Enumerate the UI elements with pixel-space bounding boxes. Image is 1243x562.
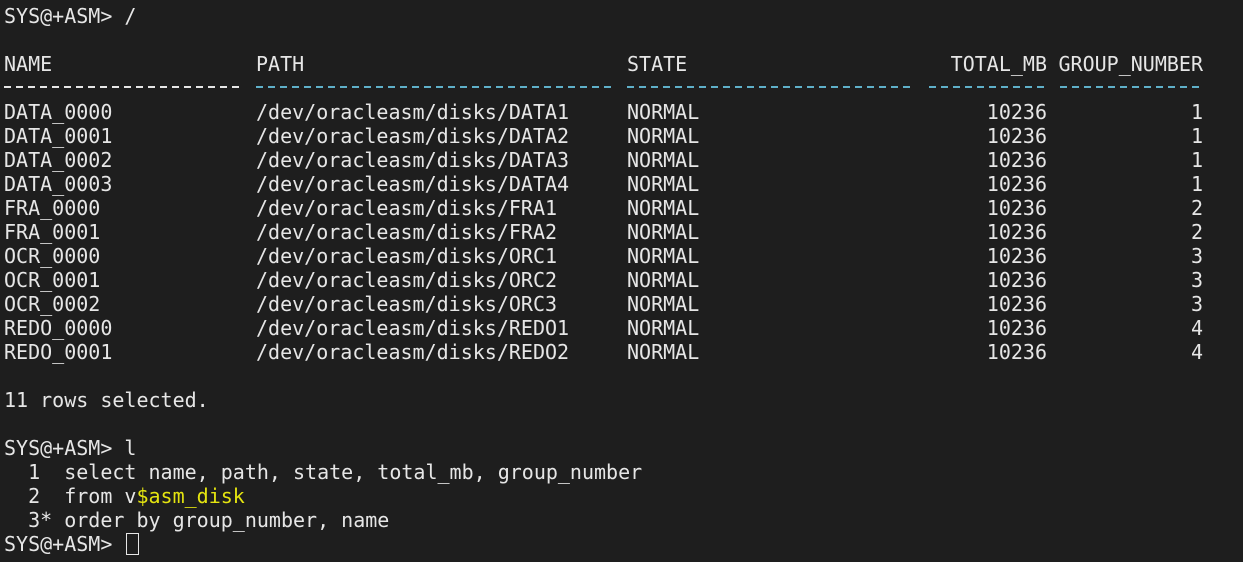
sql-line-3: 3* order by group_number, name: [4, 508, 389, 532]
cell-group-number: 1: [1190, 172, 1203, 196]
cell-group-number: 1: [1190, 148, 1203, 172]
cell-path: /dev/oracleasm/disks/DATA2: [256, 124, 570, 148]
cell-name: REDO_0001: [4, 340, 113, 364]
table-row: DATA_0003 /dev/oracleasm/disks/DATA4 NOR…: [0, 172, 1243, 196]
prompt: SYS@+ASM>: [4, 436, 113, 460]
cell-total-mb: 10236: [986, 148, 1047, 172]
cell-total-mb: 10236: [986, 220, 1047, 244]
cell-group-number: 3: [1190, 244, 1203, 268]
cell-path: /dev/oracleasm/disks/DATA3: [256, 148, 570, 172]
cell-path: /dev/oracleasm/disks/DATA4: [256, 172, 570, 196]
cell-state: NORMAL: [627, 100, 700, 124]
sql-line-number: 2: [4, 484, 53, 508]
separator-group-number: [1060, 86, 1203, 88]
cell-name: OCR_0001: [4, 268, 101, 292]
command-text: /: [124, 4, 137, 28]
sql-line-2: 2 from v$asm_disk: [4, 484, 245, 508]
column-header-path: PATH: [256, 52, 305, 76]
command-line-1: SYS@+ASM> /: [4, 4, 136, 28]
command-line-2: SYS@+ASM> l: [4, 436, 136, 460]
table-row: OCR_0000 /dev/oracleasm/disks/ORC1 NORMA…: [0, 244, 1243, 268]
active-prompt-line[interactable]: SYS@+ASM>: [4, 532, 140, 556]
column-header-name: NAME: [4, 52, 53, 76]
cell-group-number: 1: [1190, 124, 1203, 148]
cell-total-mb: 10236: [986, 100, 1047, 124]
cell-path: /dev/oracleasm/disks/ORC3: [256, 292, 558, 316]
prompt: SYS@+ASM>: [4, 4, 113, 28]
separator-path: [256, 86, 614, 88]
cell-path: /dev/oracleasm/disks/DATA1: [256, 100, 570, 124]
sql-line-number: 3*: [4, 508, 53, 532]
column-header-state: STATE: [627, 52, 688, 76]
cell-total-mb: 10236: [986, 340, 1047, 364]
cell-group-number: 3: [1190, 292, 1203, 316]
sql-line-1: 1 select name, path, state, total_mb, gr…: [4, 460, 642, 484]
cell-name: FRA_0001: [4, 220, 101, 244]
cell-name: FRA_0000: [4, 196, 101, 220]
terminal-window[interactable]: SYS@+ASM> / NAME PATH STATE TOTAL_MB GRO…: [0, 0, 1243, 562]
cell-state: NORMAL: [627, 124, 700, 148]
cell-state: NORMAL: [627, 196, 700, 220]
cell-name: OCR_0002: [4, 292, 101, 316]
sql-line-number: 1: [4, 460, 53, 484]
cell-state: NORMAL: [627, 340, 700, 364]
cell-state: NORMAL: [627, 316, 700, 340]
cell-path: /dev/oracleasm/disks/ORC1: [256, 244, 558, 268]
sql-text: select name, path, state, total_mb, grou…: [52, 460, 643, 484]
table-row: FRA_0000 /dev/oracleasm/disks/FRA1 NORMA…: [0, 196, 1243, 220]
cell-name: DATA_0001: [4, 124, 113, 148]
cell-group-number: 1: [1190, 100, 1203, 124]
cell-path: /dev/oracleasm/disks/ORC2: [256, 268, 558, 292]
cell-group-number: 2: [1190, 196, 1203, 220]
sql-highlight: $asm_disk: [136, 484, 245, 508]
sql-text: order by group_number, name: [52, 508, 390, 532]
table-row: FRA_0001 /dev/oracleasm/disks/FRA2 NORMA…: [0, 220, 1243, 244]
cell-total-mb: 10236: [986, 196, 1047, 220]
cell-name: OCR_0000: [4, 244, 101, 268]
command-text: l: [124, 436, 137, 460]
cell-path: /dev/oracleasm/disks/FRA2: [256, 220, 558, 244]
cell-state: NORMAL: [627, 292, 700, 316]
column-header-total-mb: TOTAL_MB: [950, 52, 1047, 76]
separator-state: [627, 86, 913, 88]
cell-state: NORMAL: [627, 244, 700, 268]
cell-name: DATA_0002: [4, 148, 113, 172]
cell-path: /dev/oracleasm/disks/REDO2: [256, 340, 570, 364]
cell-total-mb: 10236: [986, 172, 1047, 196]
header-separator: [0, 76, 1243, 100]
cell-name: REDO_0000: [4, 316, 113, 340]
table-row: OCR_0001 /dev/oracleasm/disks/ORC2 NORMA…: [0, 268, 1243, 292]
cell-total-mb: 10236: [986, 244, 1047, 268]
cell-group-number: 4: [1190, 316, 1203, 340]
table-header: NAME PATH STATE TOTAL_MB GROUP_NUMBER: [0, 52, 1243, 76]
cell-name: DATA_0003: [4, 172, 113, 196]
rows-selected-message: 11 rows selected.: [4, 388, 209, 412]
column-header-group-number: GROUP_NUMBER: [1058, 52, 1204, 76]
cell-path: /dev/oracleasm/disks/REDO1: [256, 316, 570, 340]
cell-group-number: 3: [1190, 268, 1203, 292]
table-row: DATA_0002 /dev/oracleasm/disks/DATA3 NOR…: [0, 148, 1243, 172]
cell-total-mb: 10236: [986, 124, 1047, 148]
cell-group-number: 4: [1190, 340, 1203, 364]
table-row: DATA_0000 /dev/oracleasm/disks/DATA1 NOR…: [0, 100, 1243, 124]
cursor-block[interactable]: [126, 533, 140, 555]
cell-total-mb: 10236: [986, 292, 1047, 316]
separator-name: [4, 86, 242, 88]
cell-name: DATA_0000: [4, 100, 113, 124]
separator-total-mb: [929, 86, 1047, 88]
cell-total-mb: 10236: [986, 268, 1047, 292]
cell-state: NORMAL: [627, 220, 700, 244]
cell-path: /dev/oracleasm/disks/FRA1: [256, 196, 558, 220]
cell-state: NORMAL: [627, 172, 700, 196]
cell-state: NORMAL: [627, 148, 700, 172]
sql-text: from v: [52, 484, 137, 508]
table-row: OCR_0002 /dev/oracleasm/disks/ORC3 NORMA…: [0, 292, 1243, 316]
cell-total-mb: 10236: [986, 316, 1047, 340]
prompt: SYS@+ASM>: [4, 532, 113, 556]
table-row: REDO_0001 /dev/oracleasm/disks/REDO2 NOR…: [0, 340, 1243, 364]
cell-state: NORMAL: [627, 268, 700, 292]
table-row: REDO_0000 /dev/oracleasm/disks/REDO1 NOR…: [0, 316, 1243, 340]
table-row: DATA_0001 /dev/oracleasm/disks/DATA2 NOR…: [0, 124, 1243, 148]
cell-group-number: 2: [1190, 220, 1203, 244]
